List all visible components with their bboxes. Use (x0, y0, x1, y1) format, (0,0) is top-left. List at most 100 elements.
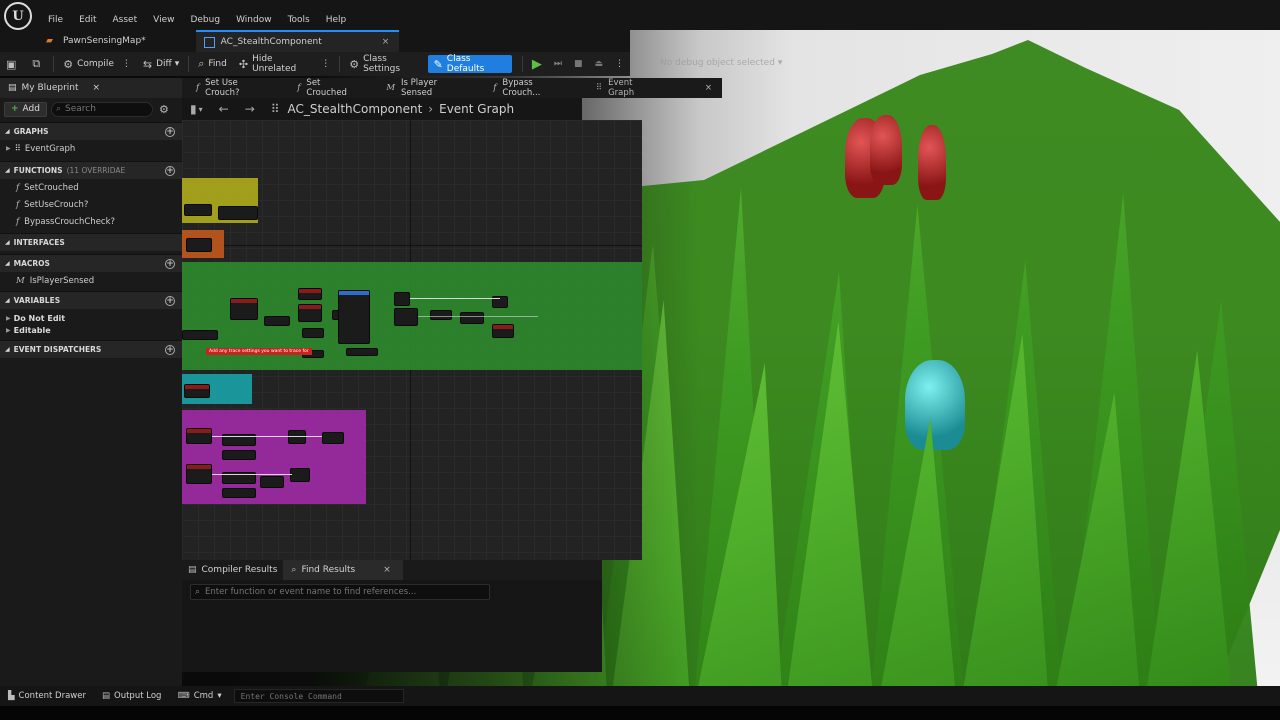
graph-node[interactable] (302, 328, 324, 338)
menu-edit[interactable]: Edit (71, 13, 104, 27)
function-item-bypasscrouchcheck[interactable]: f BypassCrouchCheck? (0, 213, 182, 230)
back-arrow-icon[interactable]: ← (219, 102, 229, 116)
forward-arrow-icon[interactable]: → (245, 102, 255, 116)
comment-box-magenta[interactable] (182, 410, 366, 504)
tab-event-graph[interactable]: ⠿ Event Graph × (582, 78, 722, 98)
graph-comment-label[interactable]: Add any trace settings you want to trace… (206, 348, 312, 355)
more-options-icon[interactable]: ⋮ (122, 59, 131, 69)
menu-window[interactable]: Window (228, 13, 280, 27)
graph-node[interactable] (338, 290, 370, 344)
graph-node[interactable] (184, 384, 210, 398)
graph-node[interactable] (298, 304, 322, 322)
hide-unrelated-button[interactable]: ✣ Hide Unrelated ⋮ (233, 54, 336, 74)
find-search-field[interactable]: ⌕ (190, 584, 490, 600)
graph-node[interactable] (186, 428, 212, 444)
add-button[interactable]: + Add (4, 101, 47, 117)
section-functions[interactable]: ◢ FUNCTIONS (11 OVERRIDAE + (0, 161, 182, 179)
graph-node[interactable] (264, 316, 290, 326)
tab-bypass-crouch[interactable]: f Bypass Crouch... (479, 78, 582, 98)
add-event-dispatcher-icon[interactable]: + (165, 344, 175, 355)
graph-node[interactable] (346, 348, 378, 356)
graph-node[interactable] (394, 308, 418, 326)
output-log-button[interactable]: ▤ Output Log (94, 691, 169, 701)
cmd-button[interactable]: ⌨ Cmd ▾ (169, 691, 229, 701)
graph-node[interactable] (260, 476, 284, 488)
function-item-setusecrouch[interactable]: f SetUseCrouch? (0, 196, 182, 213)
section-event-dispatchers[interactable]: ◢ EVENT DISPATCHERS + (0, 340, 182, 358)
class-defaults-button[interactable]: ✎ Class Defaults (427, 54, 512, 74)
graph-node[interactable] (230, 298, 258, 320)
add-function-icon[interactable]: + (165, 165, 175, 176)
add-graph-icon[interactable]: + (165, 126, 175, 137)
console-command-field[interactable] (233, 689, 404, 703)
more-options-icon[interactable]: ⋮ (321, 59, 330, 69)
add-macro-icon[interactable]: + (165, 258, 175, 269)
graph-item-eventgraph[interactable]: ▶ ⠿ EventGraph (0, 140, 182, 157)
graph-node[interactable] (184, 204, 212, 216)
function-item-setcrouched[interactable]: f SetCrouched (0, 179, 182, 196)
graph-node[interactable] (222, 450, 256, 460)
graph-node[interactable] (218, 206, 258, 220)
menu-view[interactable]: View (145, 13, 182, 27)
find-button[interactable]: ⌕ Find (192, 54, 233, 74)
bookmark-icon[interactable]: ▮ (190, 102, 197, 116)
compile-button[interactable]: ⚙ Compile ⋮ (57, 54, 137, 74)
graph-node[interactable] (394, 292, 410, 306)
variable-group-do-not-edit[interactable]: ▶ Do Not Edit (0, 312, 182, 324)
add-variable-icon[interactable]: + (165, 295, 175, 306)
tab-my-blueprint[interactable]: ▤ My Blueprint × (0, 78, 182, 98)
breadcrumb-root[interactable]: AC_StealthComponent (288, 102, 423, 116)
unreal-logo-icon[interactable]: U (4, 2, 32, 30)
close-icon[interactable]: × (382, 37, 390, 47)
close-icon[interactable]: × (92, 83, 100, 93)
menu-help[interactable]: Help (318, 13, 355, 27)
event-graph-canvas[interactable]: Add any trace settings you want to trace… (182, 120, 642, 560)
graph-node[interactable] (322, 432, 344, 444)
eject-icon[interactable]: ⏏ (588, 54, 609, 74)
find-input[interactable] (205, 587, 486, 597)
graph-node[interactable] (288, 430, 306, 444)
graph-node[interactable] (186, 464, 212, 484)
debug-object-select[interactable]: No debug object selected ▾ (660, 58, 782, 68)
play-icon[interactable]: ▶ (526, 54, 548, 74)
graph-node[interactable] (186, 238, 212, 252)
menu-file[interactable]: File (40, 13, 71, 27)
search-input[interactable] (65, 104, 146, 114)
tab-set-crouched[interactable]: f Set Crouched (283, 78, 372, 98)
menu-tools[interactable]: Tools (280, 13, 318, 27)
gear-icon[interactable]: ⚙ (159, 103, 169, 116)
graph-node[interactable] (430, 310, 452, 320)
close-icon[interactable]: × (705, 83, 712, 93)
tab-ac-stealthcomponent[interactable]: AC_StealthComponent × (195, 30, 400, 52)
menu-debug[interactable]: Debug (182, 13, 228, 27)
section-macros[interactable]: ◢ MACROS + (0, 254, 182, 272)
section-interfaces[interactable]: ◢ INTERFACES (0, 233, 182, 251)
graph-node[interactable] (182, 330, 218, 340)
breadcrumb-leaf[interactable]: Event Graph (439, 102, 514, 116)
graph-node[interactable] (298, 288, 322, 300)
graph-node[interactable] (492, 324, 514, 338)
stop-icon[interactable]: ■ (568, 54, 589, 74)
variable-group-editable[interactable]: ▶ Editable (0, 324, 182, 336)
browse-icon[interactable]: ⧉ (26, 54, 50, 74)
graph-node[interactable] (222, 488, 256, 498)
class-settings-button[interactable]: ⚙ Class Settings (343, 54, 427, 74)
section-graphs[interactable]: ◢ GRAPHS + (0, 122, 182, 140)
step-icon[interactable]: ⏭ (548, 54, 568, 74)
tab-set-use-crouch[interactable]: f Set Use Crouch? (182, 78, 283, 98)
tab-compiler-results[interactable]: ▤ Compiler Results (182, 560, 283, 580)
tab-is-player-sensed[interactable]: M Is Player Sensed (372, 78, 479, 98)
tab-find-results[interactable]: ⌕ Find Results × (283, 560, 403, 580)
console-command-input[interactable] (240, 691, 401, 701)
tab-pawnsensingmap[interactable]: ▰ PawnSensingMap* (0, 30, 156, 52)
section-variables[interactable]: ◢ VARIABLES + (0, 291, 182, 309)
more-options-icon[interactable]: ⋮ (609, 54, 630, 74)
macro-item-isplayersensed[interactable]: M IsPlayerSensed (0, 272, 182, 289)
save-icon[interactable]: ▣ (0, 54, 26, 74)
search-field[interactable]: ⌕ (50, 101, 153, 117)
diff-button[interactable]: ⇆ Diff ▾ (137, 54, 185, 74)
graph-node[interactable] (460, 312, 484, 324)
menu-asset[interactable]: Asset (105, 13, 146, 27)
chevron-down-icon[interactable]: ▾ (199, 105, 203, 114)
graph-node[interactable] (290, 468, 310, 482)
